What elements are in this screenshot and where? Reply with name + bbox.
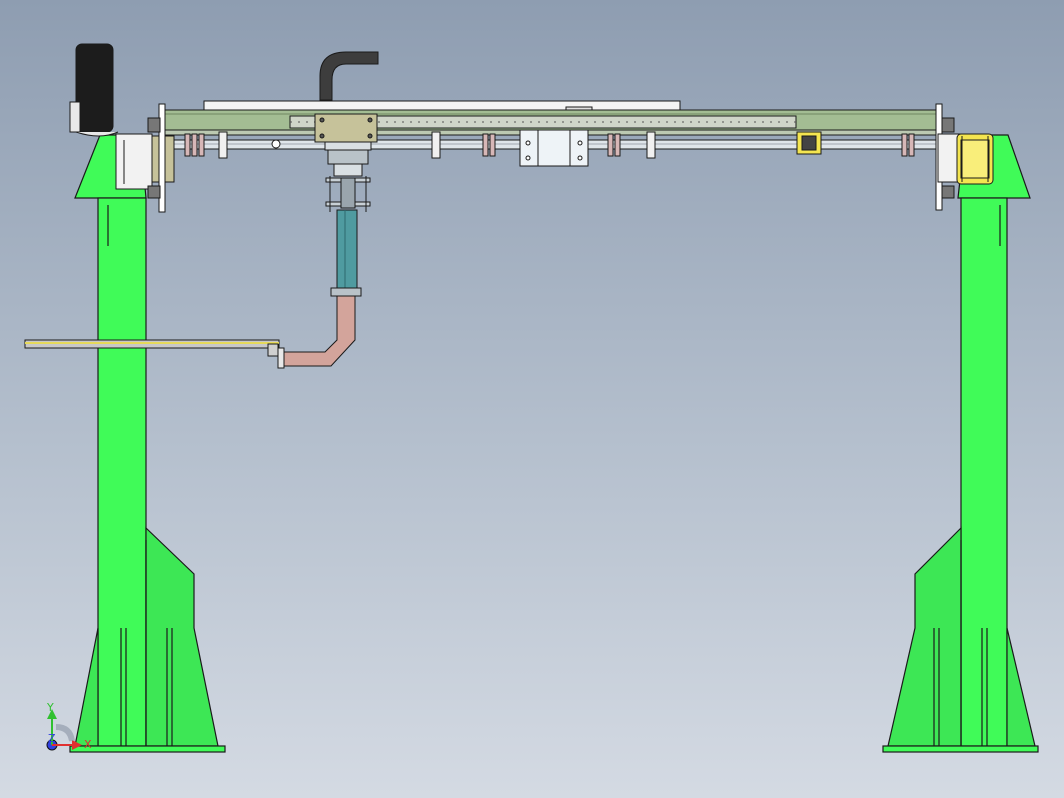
column-tube — [336, 209, 358, 291]
left-column-base-flare — [74, 627, 99, 747]
left-column-body — [97, 197, 147, 747]
triad-x-label: X — [84, 738, 92, 751]
triad-y-label: Y — [46, 701, 54, 714]
right-support-column — [882, 134, 1039, 753]
left-motor-drum — [75, 43, 114, 133]
left-support-column — [69, 134, 226, 753]
right-column-lower-gusset — [887, 526, 962, 747]
left-base-plate — [69, 745, 226, 753]
left-gearbox — [115, 133, 153, 190]
right-column-body — [960, 197, 1008, 747]
vertical-column — [277, 141, 372, 369]
rotary-flange — [324, 141, 372, 151]
top-beam-assembly — [162, 100, 941, 167]
left-column-lower-gusset — [145, 526, 219, 747]
right-column-base-flare — [1006, 627, 1036, 747]
right-base-plate — [882, 745, 1039, 753]
column-flange — [330, 287, 362, 297]
trolley-carriage — [314, 51, 379, 143]
end-flange — [277, 347, 285, 369]
bearing-block — [519, 129, 589, 167]
manipulator-elbow — [282, 295, 356, 367]
gantry-drawing: Y X Z — [24, 43, 1039, 753]
carriage-plate — [314, 113, 378, 143]
beam-top-cover — [203, 100, 681, 111]
conveyor-arm — [24, 339, 280, 357]
cable-loop — [319, 51, 379, 101]
cad-viewport[interactable]: Y X Z — [0, 0, 1064, 798]
triad-z-label: Z — [48, 732, 56, 745]
